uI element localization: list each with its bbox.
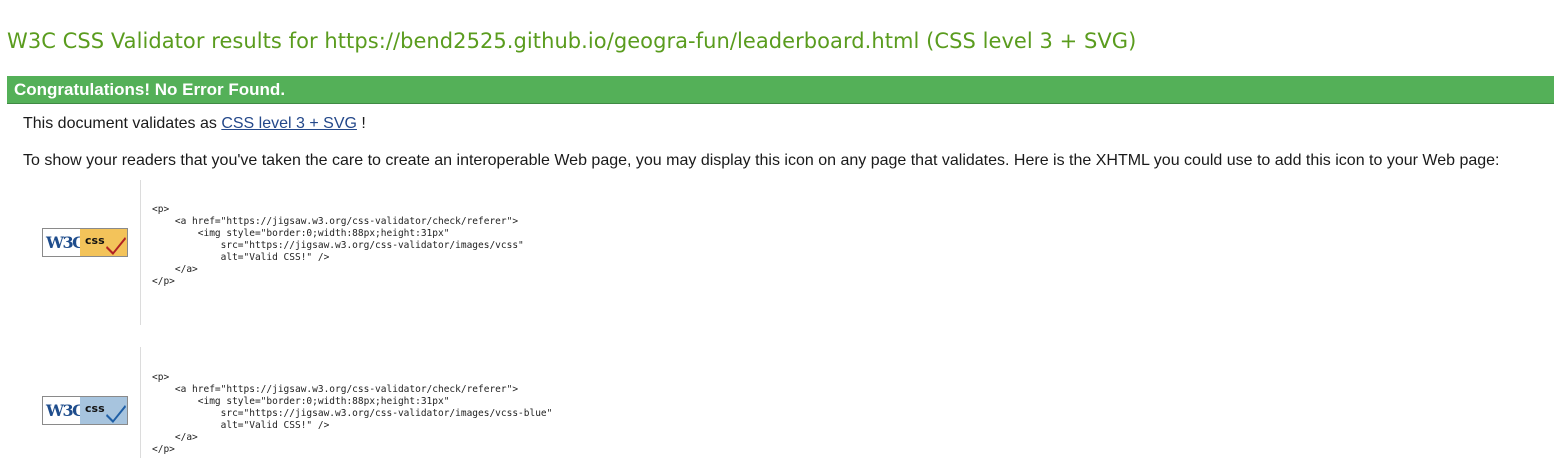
w3c-logo-text: W3C xyxy=(46,401,85,420)
badge-instructions: To show your readers that you've taken t… xyxy=(23,152,1500,169)
validation-suffix: ! xyxy=(361,115,366,132)
checkmark-icon xyxy=(106,405,126,423)
badge-code-snippet-blue: <p> <a href="https://jigsaw.w3.org/css-v… xyxy=(152,372,553,455)
valid-css-badge-blue[interactable]: W3C css xyxy=(42,396,128,425)
checkmark-icon xyxy=(106,237,126,255)
validation-prefix: This document validates as xyxy=(23,115,217,132)
badge-css-text: css xyxy=(85,402,105,415)
badge-code-snippet-gold: <p> <a href="https://jigsaw.w3.org/css-v… xyxy=(152,204,524,287)
badge-css-text: css xyxy=(85,234,105,247)
code-divider xyxy=(140,180,141,325)
success-banner: Congratulations! No Error Found. xyxy=(7,76,1554,104)
badge-css-panel: css xyxy=(80,397,127,424)
badge-block-gold: W3C css <p> <a href="https://jigsaw.w3.o… xyxy=(0,180,1555,325)
code-divider xyxy=(140,347,141,458)
valid-css-badge-gold[interactable]: W3C css xyxy=(42,228,128,257)
page-title: W3C CSS Validator results for https://be… xyxy=(7,29,1137,53)
badge-css-panel: css xyxy=(80,229,127,256)
validation-summary: This document validates as CSS level 3 +… xyxy=(23,115,366,133)
w3c-logo-text: W3C xyxy=(46,233,85,252)
success-message: Congratulations! No Error Found. xyxy=(14,80,286,99)
css-profile-link[interactable]: CSS level 3 + SVG xyxy=(221,115,357,132)
badge-block-blue: W3C css <p> <a href="https://jigsaw.w3.o… xyxy=(0,347,1555,458)
